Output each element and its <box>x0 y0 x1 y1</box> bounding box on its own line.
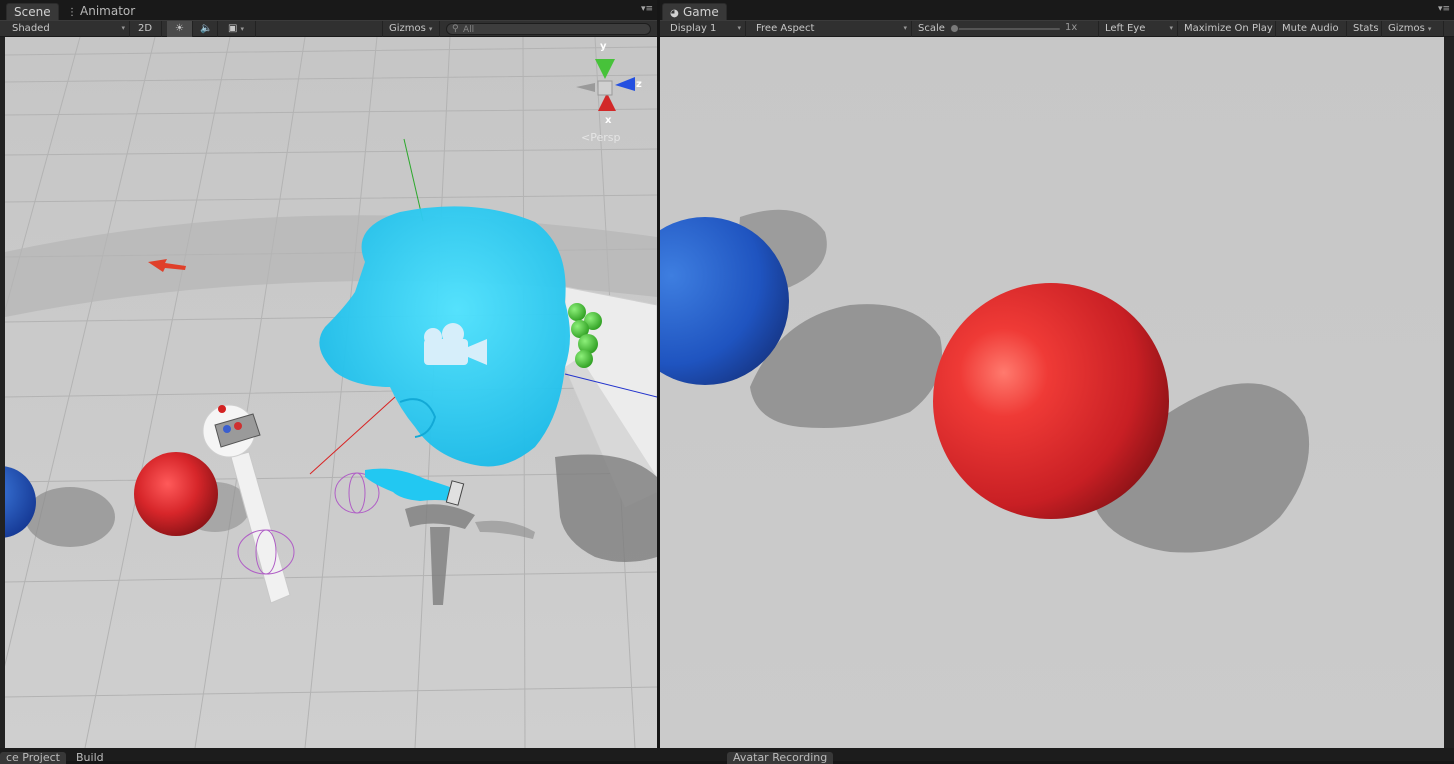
tab-game[interactable]: ◕ Game <box>662 3 727 20</box>
aspect-dropdown[interactable]: Free Aspect ▾ <box>750 21 912 37</box>
game-view-canvas[interactable] <box>660 37 1444 748</box>
scene-toolbar: Shaded ▾ 2D ☀ 🔈 ▣ ▾ Gizmos ▾ ⚲ All <box>0 20 657 37</box>
shading-mode-dropdown[interactable]: Shaded ▾ <box>6 21 130 37</box>
red-ball[interactable] <box>134 452 218 536</box>
perspective-icon: < <box>581 131 591 144</box>
gizmos-dropdown[interactable]: Gizmos ▾ <box>382 21 440 37</box>
scene-viewport[interactable]: y z x <Persp <box>5 37 657 748</box>
game-red-ball[interactable] <box>933 283 1169 519</box>
eye-dropdown[interactable]: Left Eye ▾ <box>1098 21 1178 37</box>
tab-avatar-recording[interactable]: Avatar Recording <box>727 752 834 764</box>
tab-project[interactable]: ce Project <box>0 752 66 764</box>
search-icon: ⚲ <box>452 24 459 34</box>
bottom-tab-strip: ce Project Build Avatar Recording <box>0 748 1454 764</box>
sun-icon: ☀ <box>175 23 184 34</box>
effects-dropdown[interactable]: ▣ ▾ <box>222 21 256 37</box>
maximize-on-play-toggle[interactable]: Maximize On Play <box>1178 21 1276 37</box>
projection-toggle[interactable]: <Persp <box>581 131 620 144</box>
tab-scene[interactable]: Scene <box>6 3 59 20</box>
scene-tabbar: Scene ⋮ Animator ▾≡ <box>0 0 657 20</box>
lighting-toggle-button[interactable]: ☀ <box>167 21 193 37</box>
image-icon: ▣ <box>228 23 238 34</box>
scene-panel: Scene ⋮ Animator ▾≡ Shaded ▾ 2D ☀ 🔈 ▣ ▾ Gi… <box>0 0 657 748</box>
scale-slider-knob[interactable] <box>950 24 959 33</box>
chevron-down-icon: ▾ <box>1169 24 1173 32</box>
speaker-icon: 🔈 <box>200 23 213 34</box>
chevron-down-icon: ▾ <box>428 25 433 33</box>
2d-toggle-button[interactable]: 2D <box>132 21 162 37</box>
tab-animator[interactable]: ⋮ Animator <box>60 3 142 20</box>
scene-view-canvas[interactable] <box>5 37 657 748</box>
scale-slider-track[interactable] <box>954 28 1060 30</box>
stats-toggle[interactable]: Stats <box>1347 21 1382 37</box>
gizmo-z-label: z <box>636 79 642 90</box>
game-toolbar: Display 1 ▾ Free Aspect ▾ Scale 1x Left … <box>660 20 1454 37</box>
animator-icon: ⋮ <box>67 7 77 18</box>
audio-toggle-button[interactable]: 🔈 <box>194 21 218 37</box>
game-panel: ◕ Game ▾≡ Display 1 ▾ Free Aspect ▾ Scale… <box>660 0 1454 748</box>
scale-value: 1x <box>1065 22 1078 33</box>
controller-indicator <box>218 405 226 413</box>
panel-menu-icon[interactable]: ▾≡ <box>1438 5 1450 14</box>
controller-button-red <box>234 422 242 430</box>
game-gizmos-dropdown[interactable]: Gizmos ▾ <box>1382 21 1444 37</box>
panel-menu-icon[interactable]: ▾≡ <box>641 5 653 14</box>
blue-ball-shadow <box>25 487 115 547</box>
scene-search-input[interactable]: ⚲ All <box>446 23 651 35</box>
chevron-down-icon: ▾ <box>1427 25 1432 33</box>
game-viewport[interactable] <box>660 37 1454 748</box>
game-tabbar: ◕ Game ▾≡ <box>660 0 1454 20</box>
chevron-down-icon: ▾ <box>903 24 907 32</box>
mute-audio-toggle[interactable]: Mute Audio <box>1276 21 1347 37</box>
gizmo-center-cube[interactable] <box>597 80 613 96</box>
controller-button-blue <box>223 425 231 433</box>
gizmo-y-label: y <box>600 41 607 52</box>
tab-build[interactable]: Build <box>70 752 110 764</box>
chevron-down-icon: ▾ <box>121 24 125 32</box>
gizmo-x-label: x <box>605 115 612 126</box>
display-dropdown[interactable]: Display 1 ▾ <box>664 21 746 37</box>
chevron-down-icon: ▾ <box>240 25 244 33</box>
chevron-down-icon: ▾ <box>737 24 741 32</box>
